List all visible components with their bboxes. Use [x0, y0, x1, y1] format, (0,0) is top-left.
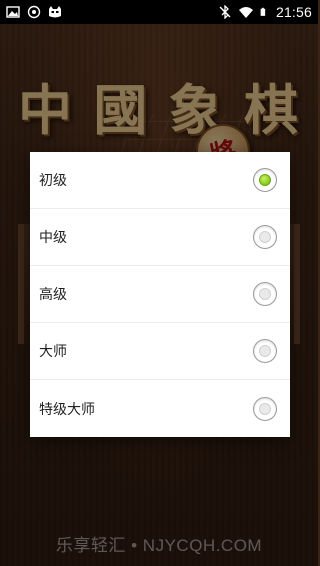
difficulty-dialog: 初级 中级 高级 大师 特级大师: [30, 152, 290, 437]
radio-button[interactable]: [253, 168, 277, 192]
wifi-icon: [238, 7, 253, 18]
status-right-icons: 21:56: [218, 4, 312, 20]
radio-button[interactable]: [253, 396, 277, 421]
option-label: 中级: [39, 230, 67, 246]
status-left-icons: [6, 5, 62, 19]
radio-button[interactable]: [253, 282, 277, 306]
option-label: 大师: [39, 344, 67, 360]
radio-dot: [259, 231, 271, 243]
option-label: 特级大师: [39, 401, 95, 418]
radio-dot: [259, 174, 271, 186]
bluetooth-off-icon: [219, 5, 231, 19]
difficulty-option-beginner[interactable]: 初级: [30, 152, 290, 209]
difficulty-option-intermediate[interactable]: 中级: [30, 209, 290, 266]
difficulty-option-master[interactable]: 大师: [30, 323, 290, 380]
target-icon: [27, 5, 41, 19]
difficulty-option-grandmaster[interactable]: 特级大师: [30, 380, 290, 437]
status-time: 21:56: [275, 4, 312, 20]
option-label: 初级: [39, 173, 67, 189]
option-label: 高级: [39, 287, 67, 303]
radio-dot: [259, 288, 271, 300]
radio-button[interactable]: [253, 225, 277, 249]
radio-dot: [259, 345, 271, 357]
cat-icon: [49, 6, 61, 18]
image-icon: [6, 6, 20, 18]
radio-dot: [259, 402, 271, 415]
battery-icon: [260, 7, 266, 16]
radio-button[interactable]: [253, 339, 277, 363]
difficulty-option-advanced[interactable]: 高级: [30, 266, 290, 323]
status-bar: 21:56: [0, 0, 318, 24]
